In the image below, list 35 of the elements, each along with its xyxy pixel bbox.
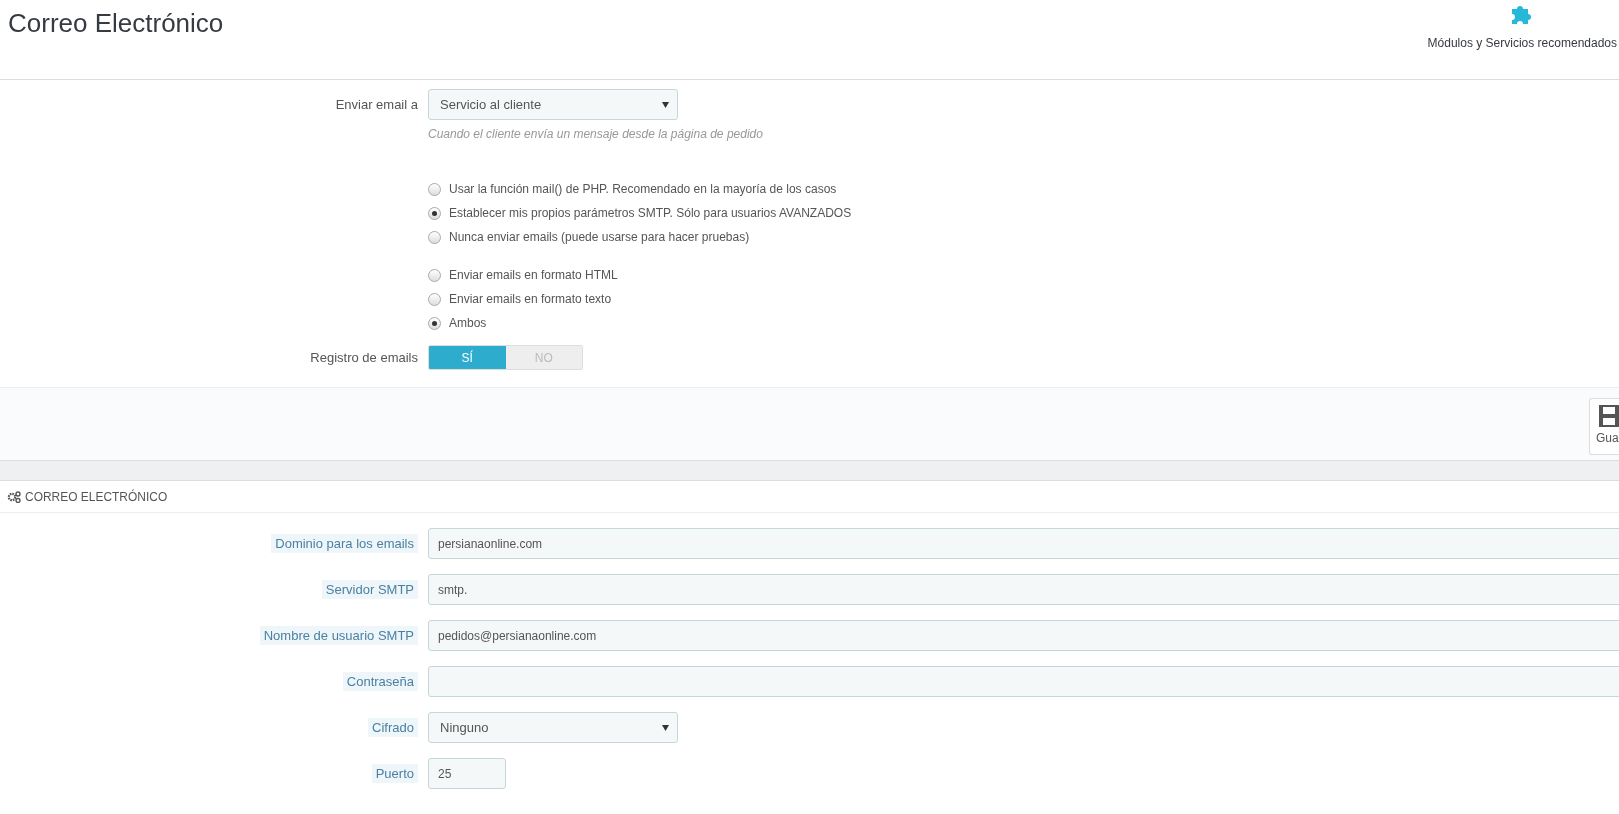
radio-label: Enviar emails en formato texto [449,292,612,306]
gears-icon [7,490,21,503]
input-field[interactable]: persianaonline.com [428,528,1619,559]
page-title: Correo Electrónico [8,8,224,40]
field-label: Servidor SMTP [321,580,418,599]
radio-button[interactable] [428,206,441,220]
recommended-modules-link[interactable]: Módulos y Servicios recomendados [1427,2,1617,79]
panel-title: CORREO ELECTRÓNICO [25,489,168,504]
radio-label: Establecer mis propios parámetros SMTP. Sólo para usuarios AVANZADOS [449,206,852,220]
field-label: Enviar email a [334,97,418,112]
field-label: Dominio para los emails [271,534,418,553]
field-label: Puerto [371,764,418,783]
caret-icon [662,101,669,108]
select-field[interactable]: Ninguno [428,712,678,743]
radio-label: Usar la función mail() de PHP. Recomendado en la mayoría de los casos [449,182,837,196]
radio-button[interactable] [428,292,441,306]
radio-button[interactable] [428,230,441,244]
input-field[interactable]: 25 [428,758,506,789]
field-label: Nombre de usuario SMTP [259,626,418,645]
radio-label: Nunca enviar emails (puede usarse para hacer pruebas) [449,230,750,244]
radio-label: Ambos [449,316,487,330]
radio-button[interactable] [428,182,441,196]
radio-button[interactable] [428,316,441,330]
field-label: Contraseña [342,672,418,691]
field-label: Registro de emails [309,350,418,365]
radio-button[interactable] [428,268,441,282]
caret-icon [662,724,669,731]
send-to-select[interactable]: Servicio al cliente [428,89,678,120]
radio-label: Enviar emails en formato HTML [449,268,618,282]
input-field[interactable]: smtp. [428,574,1619,605]
help-text: Cuando el cliente envía un mensaje desde la página de pedido [428,127,764,141]
save-button[interactable]: Gua [1589,398,1619,455]
password-field[interactable] [428,666,1619,697]
field-label: Cifrado [368,718,418,737]
input-field[interactable]: pedidos@persianaonline.com [428,620,1619,651]
